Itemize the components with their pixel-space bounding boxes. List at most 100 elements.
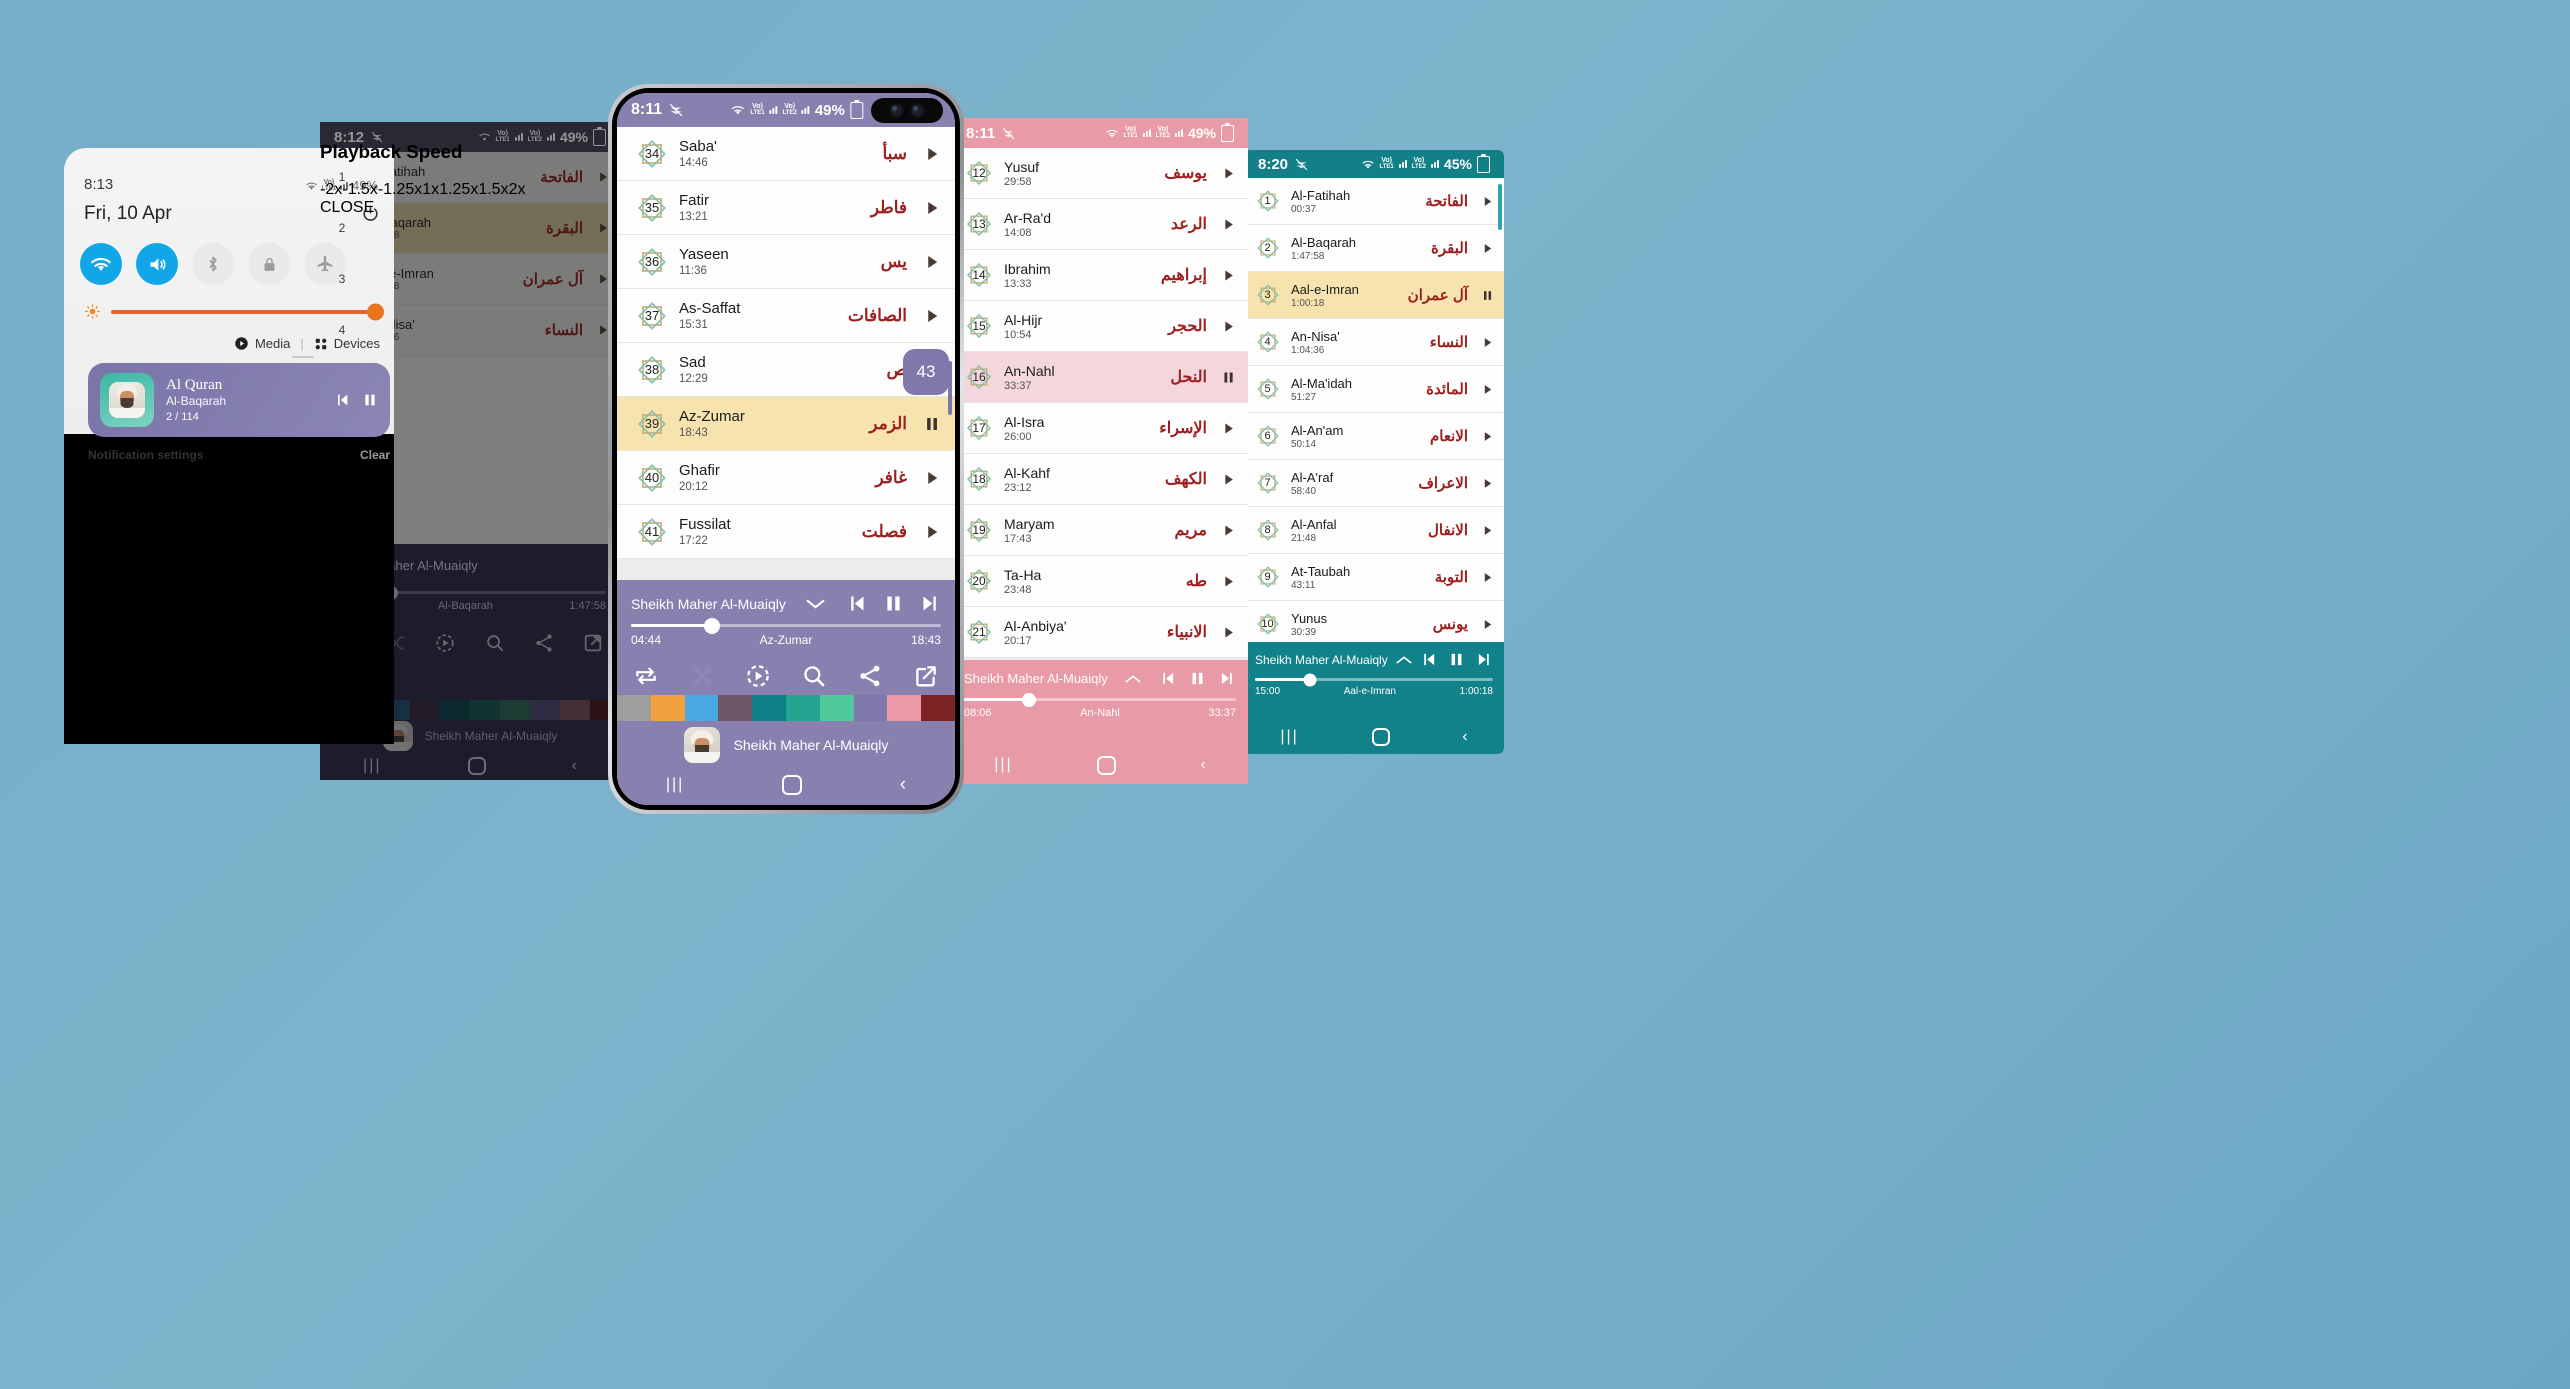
- surah-row[interactable]: 6 Al-An'am 50:14 الانعام: [1244, 413, 1504, 460]
- theme-swatch[interactable]: [718, 695, 753, 721]
- surah-row[interactable]: 20 Ta-Ha 23:48 طه: [952, 556, 1248, 607]
- surah-row[interactable]: 34 Saba' 14:46 سبأ: [617, 127, 955, 181]
- surah-list-teal[interactable]: 1 Al-Fatihah 00:37 الفاتحة 2 Al-Baqarah 1:47:5…: [1244, 178, 1504, 648]
- play-icon[interactable]: [923, 523, 941, 541]
- next-button[interactable]: [1476, 651, 1493, 668]
- home-button[interactable]: [1097, 755, 1117, 775]
- row-play-button[interactable]: [1221, 523, 1236, 538]
- recents-button[interactable]: |||: [994, 756, 1012, 774]
- home-button[interactable]: [782, 775, 803, 795]
- row-play-button[interactable]: [1481, 383, 1494, 396]
- scrollbar-teal[interactable]: [1498, 184, 1502, 230]
- theme-swatch[interactable]: [650, 695, 685, 721]
- pause-icon[interactable]: [1221, 370, 1236, 385]
- row-pause-button[interactable]: [923, 415, 941, 433]
- theme-swatch[interactable]: [752, 695, 786, 721]
- next-button[interactable]: [1219, 670, 1236, 687]
- toggle-lock[interactable]: [248, 243, 290, 285]
- home-button[interactable]: [1371, 728, 1390, 746]
- android-nav-bar[interactable]: ||| ‹: [617, 767, 955, 803]
- recents-button[interactable]: |||: [1280, 728, 1298, 746]
- row-play-button[interactable]: [1481, 477, 1494, 490]
- shuffle-icon[interactable]: [689, 663, 715, 689]
- play-icon[interactable]: [1481, 383, 1494, 396]
- quick-toggles[interactable]: [80, 243, 346, 285]
- search-icon[interactable]: [801, 663, 827, 689]
- play-icon[interactable]: [1481, 524, 1494, 537]
- chevron-up-icon[interactable]: [1396, 655, 1412, 665]
- surah-row[interactable]: 36 Yaseen 11:36 يس: [617, 235, 955, 289]
- drag-handle[interactable]: [292, 356, 314, 358]
- surah-row[interactable]: 5 Al-Ma'idah 51:27 المائدة: [1244, 366, 1504, 413]
- clear-button[interactable]: Clear: [360, 448, 390, 462]
- previous-button[interactable]: [1159, 670, 1176, 687]
- power-button[interactable]: [361, 204, 380, 223]
- tab-devices[interactable]: Devices: [314, 336, 380, 351]
- pause-button[interactable]: [883, 593, 904, 614]
- surah-row[interactable]: 10 Yunus 30:39 يونس: [1244, 601, 1504, 648]
- back-button[interactable]: ‹: [1200, 756, 1205, 774]
- row-play-button[interactable]: [923, 145, 941, 163]
- back-button[interactable]: ‹: [900, 774, 906, 796]
- row-play-button[interactable]: [1481, 430, 1494, 443]
- surah-row[interactable]: 2 Al-Baqarah1:47:58 البقرة: [1244, 225, 1504, 272]
- theme-swatch[interactable]: [887, 695, 922, 721]
- theme-swatch[interactable]: [921, 695, 955, 721]
- surah-row[interactable]: 41 Fussilat 17:22 فصلت: [617, 505, 955, 559]
- play-icon[interactable]: [1481, 195, 1494, 208]
- row-play-button[interactable]: [1481, 242, 1494, 255]
- play-icon[interactable]: [923, 145, 941, 163]
- surah-row[interactable]: 7 Al-A'raf 58:40 الاعراف: [1244, 460, 1504, 507]
- playback-speed-icon[interactable]: [745, 663, 771, 689]
- surah-row[interactable]: 12 Yusuf 29:58 يوسف: [952, 148, 1248, 199]
- repeat-icon[interactable]: [633, 663, 659, 689]
- surah-row[interactable]: 39 Az-Zumar 18:43 الزمر: [617, 397, 955, 451]
- previous-button[interactable]: [334, 392, 350, 408]
- row-play-button[interactable]: [1481, 524, 1494, 537]
- theme-swatch[interactable]: [819, 695, 854, 721]
- seek-bar[interactable]: [1255, 673, 1493, 686]
- pause-icon[interactable]: [1481, 289, 1494, 302]
- row-play-button[interactable]: [1221, 421, 1236, 436]
- row-play-button[interactable]: [1221, 625, 1236, 640]
- scrollbar-main[interactable]: [948, 361, 952, 415]
- recents-button[interactable]: |||: [666, 776, 684, 794]
- pause-button[interactable]: [1189, 670, 1206, 687]
- pause-button[interactable]: [362, 392, 378, 408]
- previous-button[interactable]: [846, 593, 867, 614]
- play-icon[interactable]: [1481, 242, 1494, 255]
- surah-row[interactable]: 9 At-Taubah 43:11 التوبة: [1244, 554, 1504, 601]
- media-notification[interactable]: Al Quran Al-Baqarah 2 / 114: [88, 363, 390, 437]
- toggle-wifi[interactable]: [80, 243, 122, 285]
- surah-row[interactable]: 37 As-Saffat 15:31 الصافات: [617, 289, 955, 343]
- row-play-button[interactable]: [1221, 319, 1236, 334]
- theme-swatch[interactable]: [853, 695, 888, 721]
- play-icon[interactable]: [1221, 574, 1236, 589]
- row-play-button[interactable]: [1481, 336, 1494, 349]
- row-play-button[interactable]: [1221, 574, 1236, 589]
- chevron-up-icon[interactable]: [1125, 674, 1141, 684]
- notification-settings-link[interactable]: Notification settings: [88, 448, 203, 462]
- row-play-button[interactable]: [1221, 166, 1236, 181]
- surah-row[interactable]: 17 Al-Isra 26:00 الإسراء: [952, 403, 1248, 454]
- play-icon[interactable]: [1221, 472, 1236, 487]
- seek-bar[interactable]: [631, 617, 941, 634]
- play-icon[interactable]: [923, 469, 941, 487]
- surah-row[interactable]: 1 Al-Fatihah00:37 الفاتحة: [1244, 178, 1504, 225]
- surah-row[interactable]: 19 Maryam 17:43 مريم: [952, 505, 1248, 556]
- theme-swatch[interactable]: [617, 695, 651, 721]
- surah-list-pink[interactable]: 12 Yusuf 29:58 يوسف 13 Ar-Ra'd 14:08 الرعد 14 Ibr…: [952, 148, 1248, 660]
- next-button[interactable]: [920, 593, 941, 614]
- seek-bar[interactable]: [964, 692, 1236, 707]
- row-play-button[interactable]: [923, 523, 941, 541]
- play-icon[interactable]: [1481, 571, 1494, 584]
- shade-tabs[interactable]: Media | Devices: [234, 336, 380, 351]
- row-play-button[interactable]: [923, 253, 941, 271]
- surah-row[interactable]: 8 Al-Anfal 21:48 الانفال: [1244, 507, 1504, 554]
- tab-media[interactable]: Media: [234, 336, 290, 351]
- surah-row[interactable]: 40 Ghafir 20:12 غافر: [617, 451, 955, 505]
- surah-row[interactable]: 3 Aal-e-Imran1:00:18 آل عمران: [1244, 272, 1504, 319]
- play-icon[interactable]: [923, 199, 941, 217]
- surah-row[interactable]: 14 Ibrahim 13:33 إبراهيم: [952, 250, 1248, 301]
- surah-row[interactable]: 15 Al-Hijr 10:54 الحجر: [952, 301, 1248, 352]
